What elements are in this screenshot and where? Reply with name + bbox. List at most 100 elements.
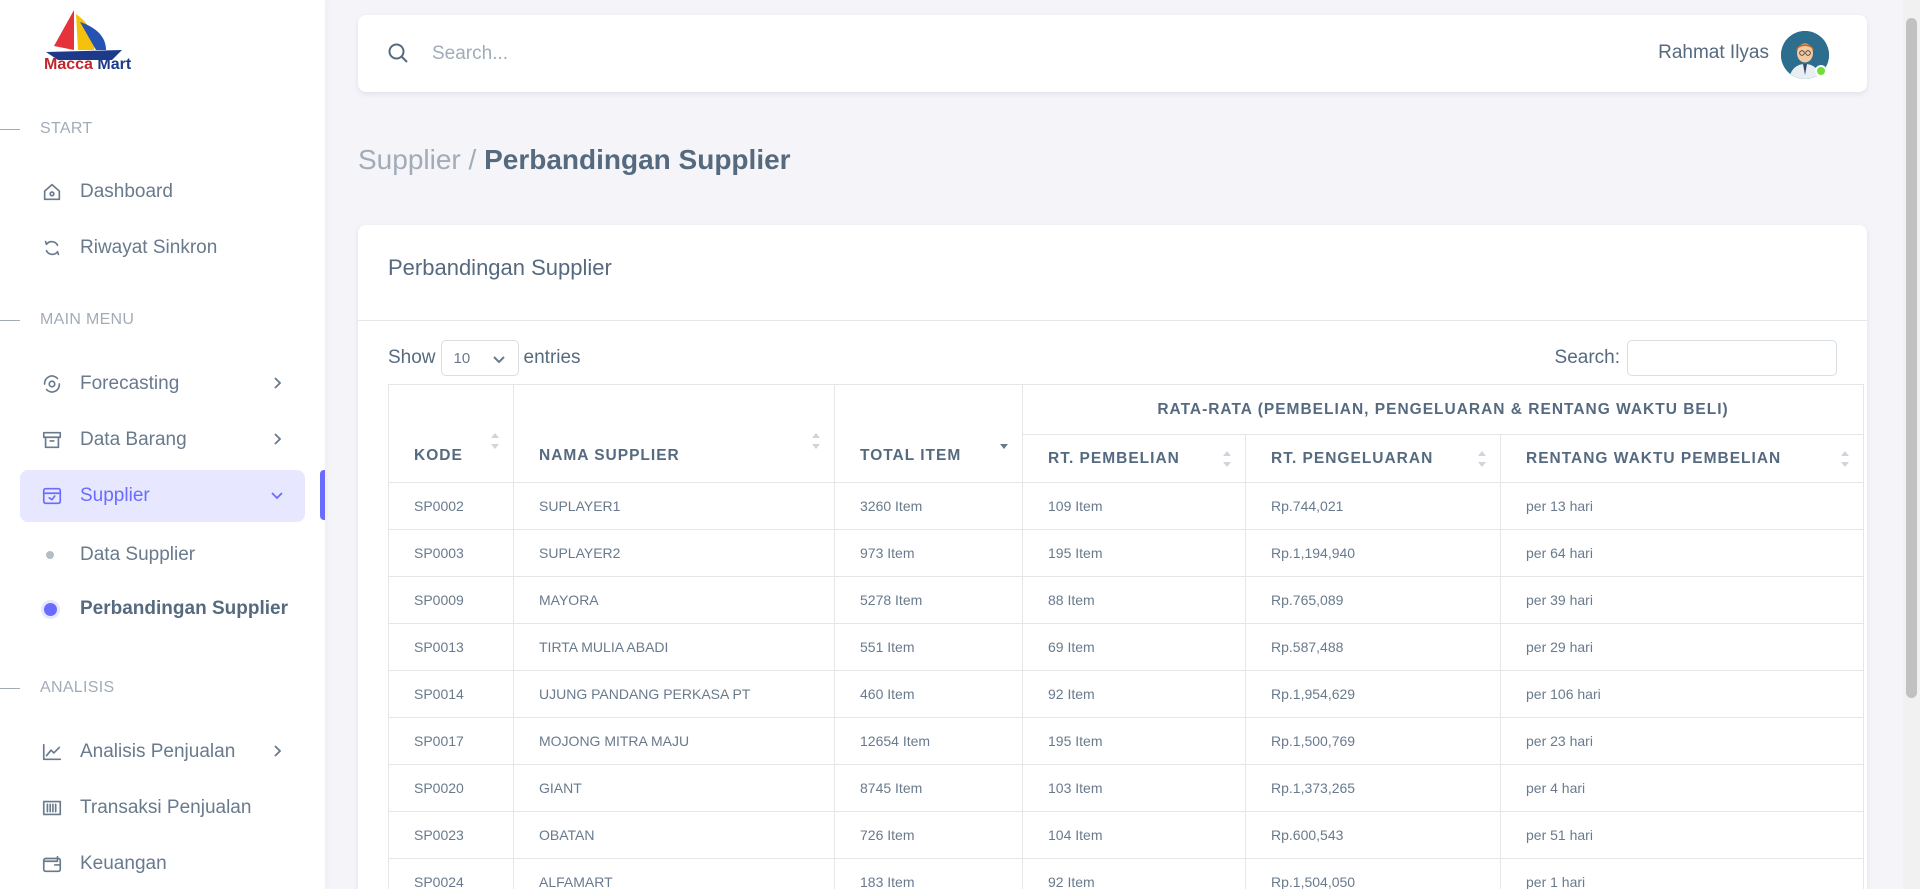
cell-nama-supplier: UJUNG PANDANG PERKASA PT: [513, 670, 835, 718]
cell-rentang-waktu: per 51 hari: [1500, 811, 1864, 859]
sidebar-item-label: Analisis Penjualan: [80, 741, 236, 762]
sidebar-item-label: Riwayat Sinkron: [80, 237, 218, 258]
search-icon[interactable]: [386, 41, 410, 65]
home-icon: [40, 180, 64, 204]
table-row: SP0017 MOJONG MITRA MAJU 12654 Item 195 …: [388, 717, 1864, 765]
sort-icon: [1223, 450, 1231, 467]
cell-rt-pembelian: 92 Item: [1022, 670, 1246, 718]
sidebar-subitem-perbandingan-supplier[interactable]: Perbandingan Supplier: [44, 594, 288, 624]
supplier-comparison-card: Perbandingan Supplier Show 10 entries Se…: [358, 225, 1867, 889]
cell-rentang-waktu: per 23 hari: [1500, 717, 1864, 765]
cell-rt-pengeluaran: Rp.744,021: [1245, 482, 1501, 530]
menu-header-label: MAIN MENU: [40, 311, 135, 328]
sidebar-subitem-label: Data Supplier: [80, 544, 196, 565]
cell-nama-supplier: SUPLAYER2: [513, 529, 835, 577]
cell-rt-pembelian: 103 Item: [1022, 764, 1246, 812]
sidebar-item-label: Forecasting: [80, 373, 180, 394]
cell-rt-pengeluaran: Rp.1,500,769: [1245, 717, 1501, 765]
menu-header-label: ANALISIS: [40, 679, 115, 696]
entries-select[interactable]: 10: [440, 340, 519, 376]
column-header-label: KODE: [414, 447, 463, 464]
entries-select-value: 10: [453, 349, 471, 367]
sort-icon: [491, 433, 499, 449]
cell-rentang-waktu: per 1 hari: [1500, 858, 1864, 889]
cell-rentang-waktu: per 13 hari: [1500, 482, 1864, 530]
cell-total-item: 551 Item: [834, 623, 1023, 671]
cell-total-item: 183 Item: [834, 858, 1023, 889]
menu-header-main-menu: MAIN MENU: [0, 310, 134, 330]
header-divider: [0, 319, 20, 321]
cell-kode: SP0023: [388, 811, 514, 859]
active-indicator: [320, 470, 325, 520]
column-header-label: RENTANG WAKTU PEMBELIAN: [1526, 449, 1782, 467]
sidebar-item-dashboard[interactable]: Dashboard: [20, 166, 305, 218]
sidebar-item-analisis-penjualan[interactable]: Analisis Penjualan: [20, 726, 305, 778]
cell-nama-supplier: OBATAN: [513, 811, 835, 859]
sidebar-item-label: Dashboard: [80, 181, 173, 202]
page-scrollbar[interactable]: [1903, 0, 1920, 889]
forecast-icon: [40, 372, 64, 396]
cell-rt-pengeluaran: Rp.587,488: [1245, 623, 1501, 671]
wallet-icon: [40, 852, 64, 876]
cell-total-item: 973 Item: [834, 529, 1023, 577]
table-row: SP0009 MAYORA 5278 Item 88 Item Rp.765,0…: [388, 576, 1864, 624]
chevron-down-icon: [492, 356, 505, 364]
sidebar-item-label: Supplier: [80, 485, 150, 506]
cell-rt-pembelian: 195 Item: [1022, 717, 1246, 765]
line-chart-icon: [40, 740, 64, 764]
sidebar-item-forecasting[interactable]: Forecasting: [20, 358, 305, 410]
sidebar-item-keuangan[interactable]: Keuangan: [20, 838, 305, 889]
cell-nama-supplier: GIANT: [513, 764, 835, 812]
column-header-rentang-waktu-pembelian[interactable]: RENTANG WAKTU PEMBELIAN: [1500, 434, 1864, 483]
logo-text: Macca Mart: [44, 56, 131, 74]
scrollbar-thumb[interactable]: [1906, 18, 1917, 698]
supplier-comparison-table: KODE NAMA SUPPLIER TOTAL ITEM RATA-RATA …: [388, 384, 1864, 889]
logo-text-macca: Macca: [44, 56, 93, 73]
sidebar-item-label: Transaksi Penjualan: [80, 797, 252, 818]
macca-mart-logo[interactable]: Macca Mart: [40, 6, 140, 76]
column-header-label: RT. PEMBELIAN: [1048, 449, 1180, 467]
cell-kode: SP0009: [388, 576, 514, 624]
cell-kode: SP0014: [388, 670, 514, 718]
column-header-rt-pengeluaran[interactable]: RT. PENGELUARAN: [1245, 434, 1501, 483]
bullet-dot: [44, 602, 57, 616]
sidebar-item-transaksi-penjualan[interactable]: Transaksi Penjualan: [20, 782, 305, 834]
column-header-nama-supplier[interactable]: NAMA SUPPLIER: [513, 384, 835, 483]
cell-rt-pembelian: 69 Item: [1022, 623, 1246, 671]
cell-rentang-waktu: per 29 hari: [1500, 623, 1864, 671]
cell-rt-pembelian: 104 Item: [1022, 811, 1246, 859]
sidebar-item-riwayat-sinkron[interactable]: Riwayat Sinkron: [20, 222, 305, 274]
table-search-input[interactable]: [1627, 340, 1837, 376]
breadcrumb-parent[interactable]: Supplier /: [358, 144, 476, 175]
cell-kode: SP0002: [388, 482, 514, 530]
table-row: SP0002 SUPLAYER1 3260 Item 109 Item Rp.7…: [388, 482, 1864, 530]
sync-icon: [40, 236, 64, 260]
cell-total-item: 5278 Item: [834, 576, 1023, 624]
sidebar-item-supplier[interactable]: Supplier: [20, 470, 305, 522]
menu-header-analisis: ANALISIS: [0, 678, 114, 698]
cell-nama-supplier: MAYORA: [513, 576, 835, 624]
sidebar-item-data-barang[interactable]: Data Barang: [20, 414, 305, 466]
column-header-rt-pembelian[interactable]: RT. PEMBELIAN: [1022, 434, 1246, 483]
column-group-header: RATA-RATA (PEMBELIAN, PENGELUARAN & RENT…: [1022, 384, 1864, 435]
column-header-kode[interactable]: KODE: [388, 384, 514, 483]
cell-nama-supplier: SUPLAYER1: [513, 482, 835, 530]
global-search-input[interactable]: [432, 39, 1032, 69]
show-label: Show: [388, 347, 436, 368]
cell-rt-pengeluaran: Rp.1,194,940: [1245, 529, 1501, 577]
column-header-total-item[interactable]: TOTAL ITEM: [834, 384, 1023, 483]
cell-nama-supplier: MOJONG MITRA MAJU: [513, 717, 835, 765]
cell-kode: SP0024: [388, 858, 514, 889]
sort-icon: [1841, 450, 1849, 467]
user-name[interactable]: Rahmat Ilyas: [1658, 42, 1769, 64]
header-divider: [0, 128, 20, 130]
sidebar-subitem-data-supplier[interactable]: Data Supplier: [46, 540, 195, 570]
archive-icon: [40, 428, 64, 452]
menu-header-label: START: [40, 120, 93, 137]
breadcrumb-current: Perbandingan Supplier: [484, 144, 791, 175]
cell-rt-pengeluaran: Rp.600,543: [1245, 811, 1501, 859]
logo-text-mart: Mart: [97, 56, 132, 73]
table-row: SP0023 OBATAN 726 Item 104 Item Rp.600,5…: [388, 811, 1864, 859]
chevron-right-icon: [269, 431, 285, 447]
cell-rt-pengeluaran: Rp.1,504,050: [1245, 858, 1501, 889]
